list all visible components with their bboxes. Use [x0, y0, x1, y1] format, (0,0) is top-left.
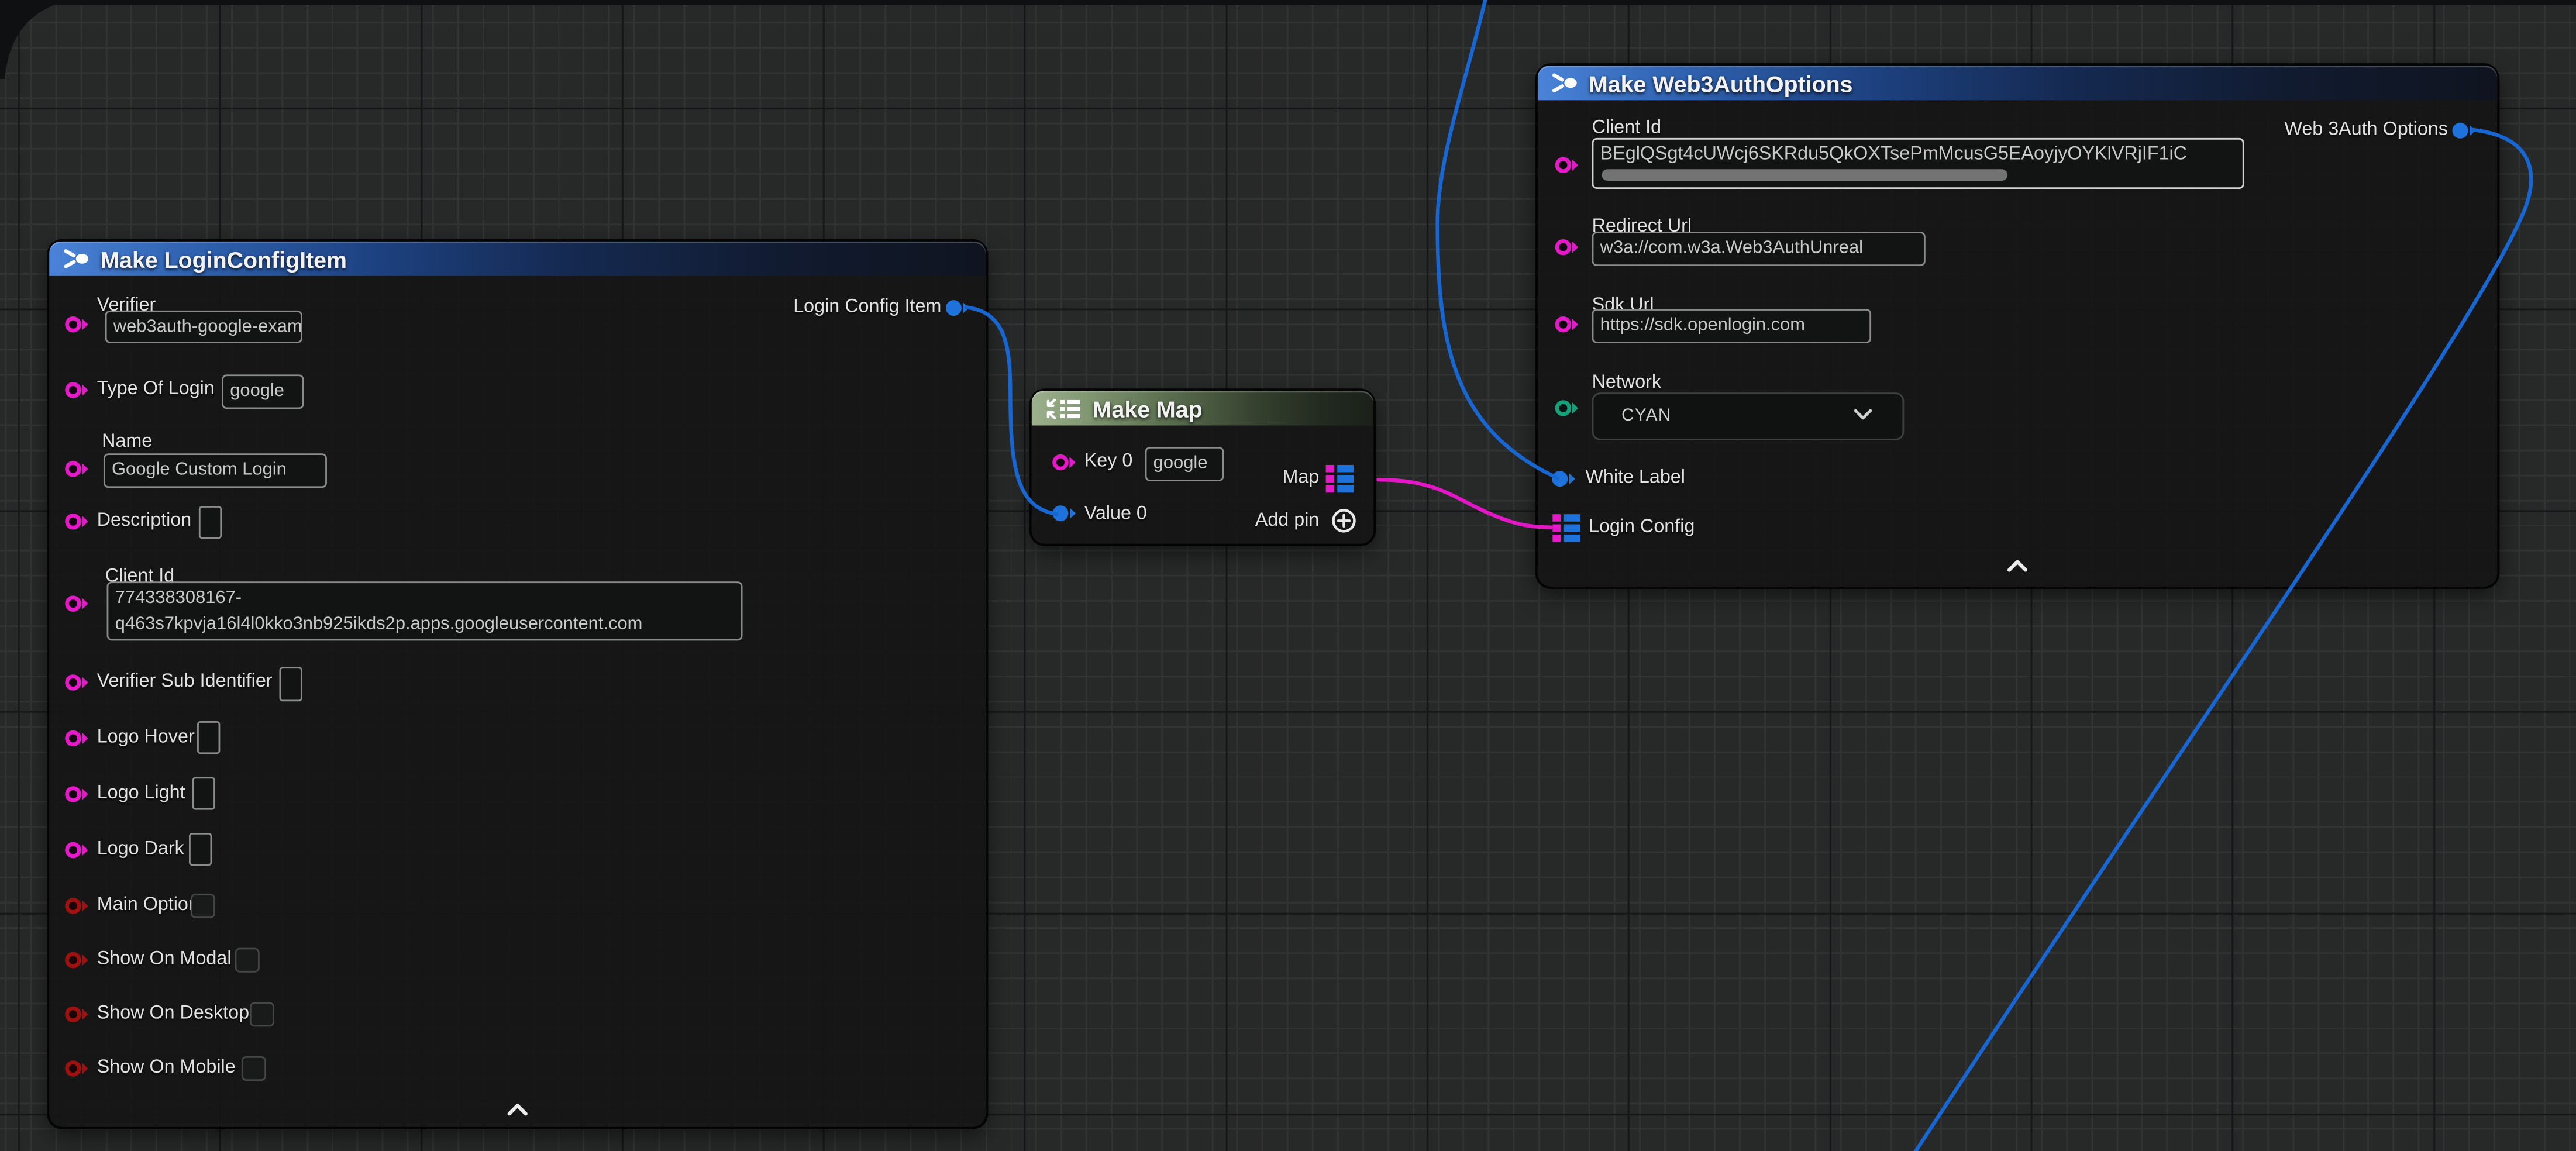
wire-web3auth-options-output[interactable] [1912, 130, 2531, 1151]
blueprint-canvas[interactable]: Make LoginConfigItem Login Config Item V… [0, 0, 2576, 1151]
wire-login-config-item-to-value-0[interactable] [966, 307, 1056, 514]
wire-offscreen-to-white-label[interactable] [1438, 0, 1558, 478]
wire-layer [0, 0, 2576, 1151]
blueprint-editor-viewport: Make LoginConfigItem Login Config Item V… [0, 0, 2576, 1151]
wire-map-to-login-config[interactable] [1378, 480, 1551, 527]
